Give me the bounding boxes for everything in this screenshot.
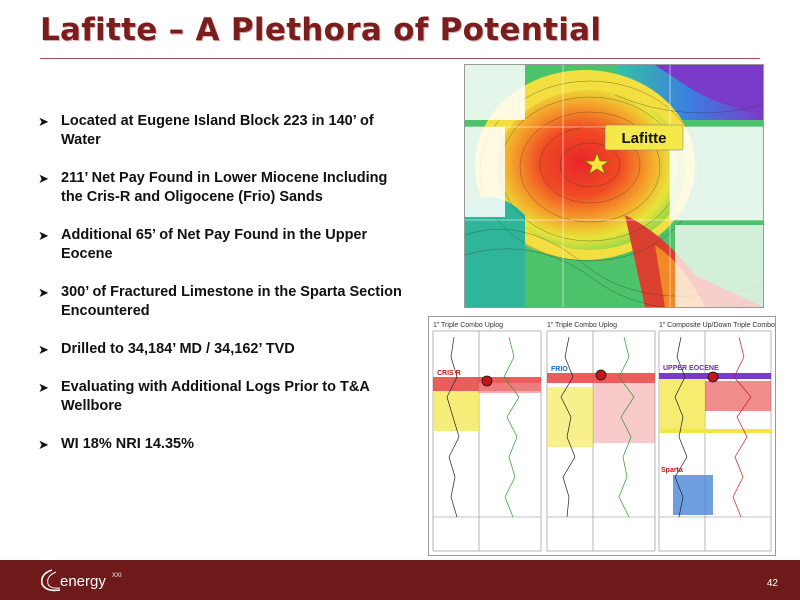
log-zone-label: Sparta (661, 467, 683, 474)
logo-superscript: XXI (112, 573, 122, 579)
bullet-text: Drilled to 34,184’ MD / 34,162’ TVD (61, 341, 295, 357)
map-callout-label: Lafitte (622, 130, 667, 147)
log-panel-header: 1” Composite Up/Down Triple Combo (659, 322, 775, 329)
company-logo: energy XXI (40, 569, 122, 592)
bullet-text: Evaluating with Additional Logs Prior to… (61, 379, 370, 414)
log-panel-header: 1” Triple Combo Uplog (547, 322, 617, 329)
arrow-bullet-icon: ➤ (38, 380, 49, 395)
bullet-item: ➤ 211’ Net Pay Found in Lower Miocene Inc… (38, 169, 408, 207)
log-zone-label: CRIS R (437, 370, 461, 377)
bullet-item: ➤ Additional 65’ of Net Pay Found in the … (38, 226, 408, 264)
well-log-panels: 1” Triple Combo Uplog 1” Triple Combo Up… (428, 316, 776, 556)
bullet-item: ➤ Evaluating with Additional Logs Prior t… (38, 378, 408, 416)
log-panel-header: 1” Triple Combo Uplog (433, 322, 503, 329)
bullet-text: Located at Eugene Island Block 223 in 14… (61, 113, 374, 148)
arrow-bullet-icon: ➤ (38, 285, 49, 300)
bullet-text: 300’ of Fractured Limestone in the Spart… (61, 284, 402, 319)
bullet-item: ➤ WI 18% NRI 14.35% (38, 435, 408, 454)
arrow-bullet-icon: ➤ (38, 114, 49, 129)
page-number: 42 (766, 578, 778, 589)
bullet-text: Additional 65’ of Net Pay Found in the U… (61, 227, 368, 262)
bullet-item: ➤ Located at Eugene Island Block 223 in 1… (38, 112, 408, 150)
bullet-item: ➤ 300’ of Fractured Limestone in the Spar… (38, 283, 408, 321)
title-divider (40, 58, 760, 59)
arrow-bullet-icon: ➤ (38, 171, 49, 186)
bullet-item: ➤ Drilled to 34,184’ MD / 34,162’ TVD (38, 340, 408, 359)
bullet-text: 211’ Net Pay Found in Lower Miocene Incl… (61, 170, 388, 205)
arrow-bullet-icon: ➤ (38, 437, 49, 452)
structure-map: Lafitte (464, 64, 764, 308)
slide-title: Lafitte – A Plethora of Potential (40, 12, 602, 48)
bullet-list: ➤ Located at Eugene Island Block 223 in 1… (38, 112, 408, 473)
bullet-text: WI 18% NRI 14.35% (61, 436, 194, 452)
logo-text: energy (60, 573, 106, 590)
arrow-bullet-icon: ➤ (38, 342, 49, 357)
log-zone-label: FRIO (551, 366, 568, 373)
arrow-bullet-icon: ➤ (38, 228, 49, 243)
log-zone-label: UPPER EOCENE (663, 365, 719, 372)
